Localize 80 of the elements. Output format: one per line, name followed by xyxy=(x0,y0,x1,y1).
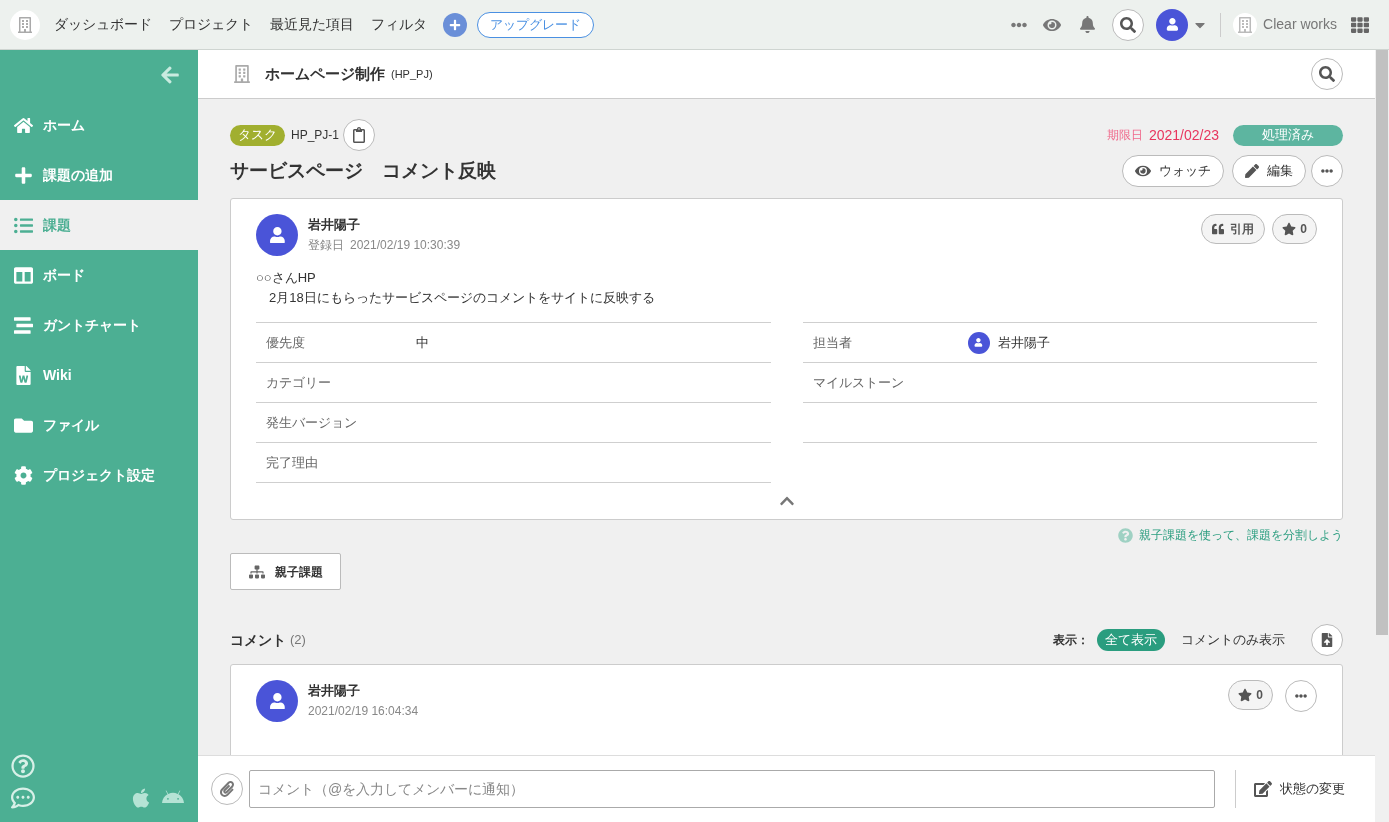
search-icon xyxy=(1120,16,1137,33)
copy-button[interactable] xyxy=(343,119,376,151)
description-line: 2月18日にもらったサービスページのコメントをサイトに反映する xyxy=(268,289,656,307)
created-label: 登録日 xyxy=(308,237,344,252)
view-filter-tab[interactable]: コメントのみ表示 xyxy=(1173,629,1293,651)
home-icon xyxy=(14,115,33,135)
search-button[interactable] xyxy=(1112,8,1145,41)
nav-link[interactable]: プロジェクト xyxy=(169,14,253,35)
upload-icon xyxy=(1320,633,1334,647)
bell-icon[interactable] xyxy=(1079,16,1097,33)
due-date-label: 期限日 xyxy=(1106,127,1143,144)
status-change-button[interactable]: 状態の変更 xyxy=(1254,779,1345,799)
due-date: 2021/02/23 xyxy=(1148,125,1219,145)
comments-count: (2) xyxy=(290,631,306,650)
author-name: 岩井陽子 xyxy=(308,216,361,234)
issue-key: HP_PJ-1 xyxy=(291,126,340,144)
created-date: 2021/02/19 10:30:39 xyxy=(350,237,461,252)
comment-date: 2021/02/19 16:04:34 xyxy=(308,702,419,720)
paperclip-icon xyxy=(219,781,235,797)
user-avatar xyxy=(1156,8,1189,41)
project-name: ホームページ制作 xyxy=(265,63,385,84)
hierarchy-icon xyxy=(248,563,265,580)
clipboard-icon xyxy=(351,127,368,143)
folder-icon xyxy=(14,415,33,435)
gantt-icon xyxy=(14,315,33,335)
field-label: マイルストーン xyxy=(812,373,905,392)
description-line: ○○さんHP xyxy=(256,269,317,287)
quote-button[interactable]: 引用 xyxy=(1201,214,1266,244)
view-label: 表示： xyxy=(1053,632,1089,649)
edit-button[interactable]: 編集 xyxy=(1232,155,1306,187)
document-icon xyxy=(14,365,33,385)
chat-icon[interactable] xyxy=(11,786,35,810)
help-icon xyxy=(1118,527,1133,543)
star-icon xyxy=(1238,688,1253,702)
edit-icon xyxy=(1254,780,1272,798)
eye-icon xyxy=(1135,163,1151,179)
more-button[interactable] xyxy=(1311,155,1343,187)
subtask-button[interactable]: 親子課題 xyxy=(230,553,341,590)
logo-icon[interactable] xyxy=(10,9,40,40)
commenter-name: 岩井陽子 xyxy=(308,682,361,700)
field-label: 優先度 xyxy=(266,333,306,352)
help-icon[interactable] xyxy=(11,754,35,778)
apps-grid-icon[interactable] xyxy=(1351,15,1369,34)
plus-icon xyxy=(14,165,33,185)
nav-link[interactable]: ダッシュボード xyxy=(54,14,152,35)
field-label: 発生バージョン xyxy=(266,413,358,432)
collapse-arrow-icon[interactable] xyxy=(160,65,180,85)
more-button[interactable] xyxy=(1285,680,1317,712)
commenter-avatar xyxy=(256,680,298,722)
assignee-avatar xyxy=(967,331,990,354)
issue-type-tag: タスク xyxy=(230,124,285,146)
field-label: 担当者 xyxy=(812,333,853,352)
upload-button[interactable] xyxy=(1311,624,1343,656)
field-value: 中 xyxy=(416,333,429,352)
project-icon xyxy=(233,65,251,83)
field-value: 岩井陽子 xyxy=(997,333,1050,352)
search-icon xyxy=(1319,66,1335,82)
quote-icon xyxy=(1212,223,1225,235)
field-label: カテゴリー xyxy=(266,373,332,392)
pen-icon xyxy=(1245,164,1259,178)
comment-input[interactable]: コメント（@を入力してメンバーに通知） xyxy=(249,770,1215,808)
plus-icon xyxy=(449,18,461,31)
comments-title: コメント xyxy=(230,630,286,650)
issue-title: サービスページ コメント反映 xyxy=(230,158,496,183)
upgrade-button[interactable]: アップグレード xyxy=(477,11,594,38)
star-button[interactable]: 0 xyxy=(1228,680,1273,710)
project-key: (HP_PJ) xyxy=(391,65,433,83)
nav-link[interactable]: フィルタ xyxy=(371,14,427,35)
space-name[interactable]: Clear works xyxy=(1263,14,1337,35)
add-button[interactable] xyxy=(443,12,467,37)
board-icon xyxy=(14,265,33,285)
list-icon xyxy=(14,215,33,235)
author-avatar xyxy=(256,214,298,256)
nav-link[interactable]: 最近見た項目 xyxy=(270,14,354,35)
gear-icon xyxy=(14,465,33,485)
status-badge: 処理済み xyxy=(1233,124,1343,146)
star-button[interactable]: 0 xyxy=(1272,214,1317,244)
watch-button[interactable]: ウォッチ xyxy=(1122,155,1224,187)
field-label: 完了理由 xyxy=(266,453,319,472)
star-icon xyxy=(1282,222,1297,236)
